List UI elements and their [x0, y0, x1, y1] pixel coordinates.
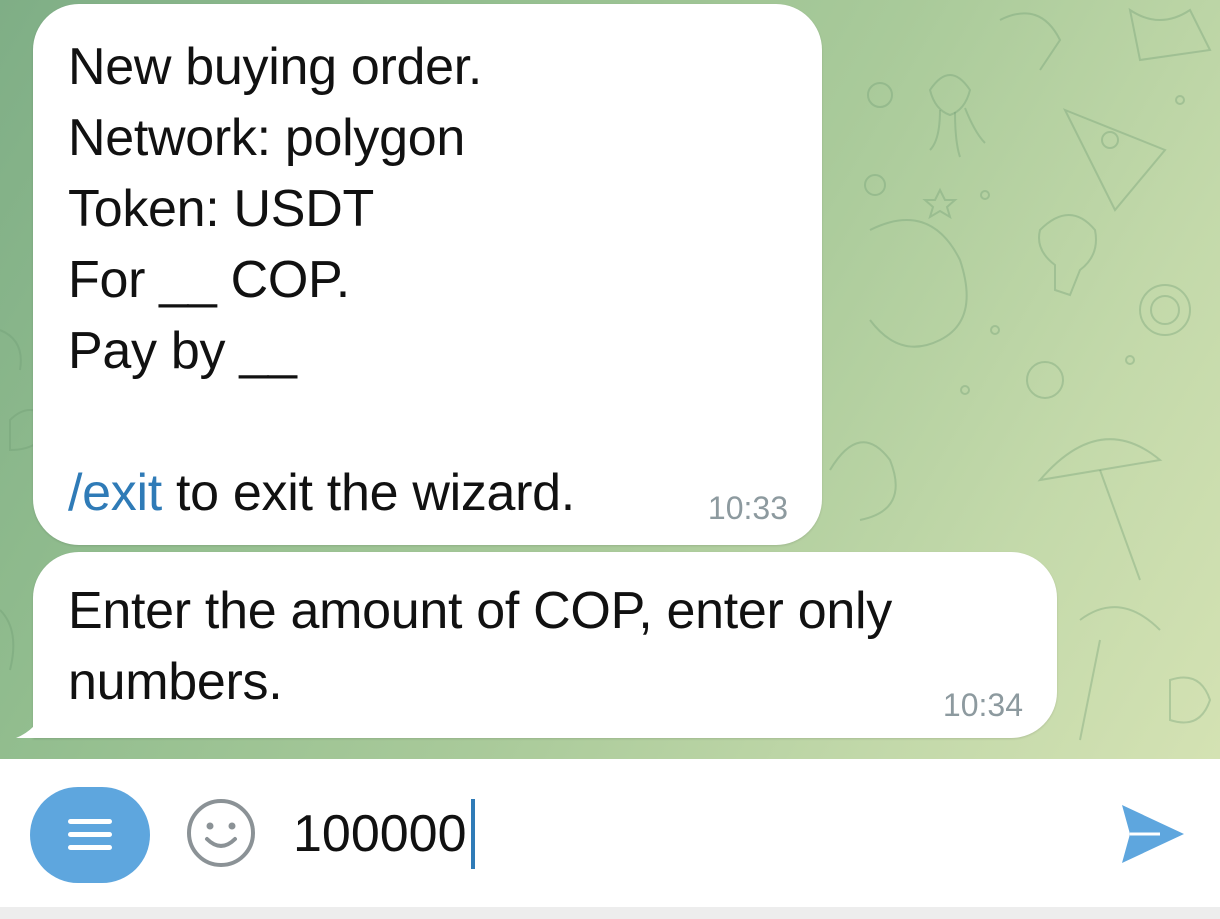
bubble-tail	[16, 708, 46, 738]
exit-command-link[interactable]: /exit	[68, 464, 162, 522]
smiley-icon	[187, 799, 255, 867]
message-timestamp: 10:33	[707, 490, 788, 526]
message-line: For __ COP.	[68, 251, 350, 309]
message-input[interactable]	[293, 799, 1073, 869]
message-timestamp: 10:34	[942, 687, 1023, 723]
bot-menu-button[interactable]	[30, 787, 150, 883]
message-text: Enter the amount of COP, enter only numb…	[68, 582, 907, 711]
text-cursor	[471, 799, 475, 869]
message-line: Network: polygon	[68, 109, 465, 167]
message-line: Pay by __	[68, 322, 297, 380]
message-line: to exit the wizard.	[161, 464, 575, 522]
incoming-message-order: New buying order. Network: polygon Token…	[33, 4, 822, 545]
send-button[interactable]	[1120, 803, 1186, 865]
emoji-button[interactable]	[185, 797, 257, 869]
menu-lines-icon	[68, 819, 112, 850]
message-line: Token: USDT	[68, 180, 374, 238]
bottom-system-strip	[0, 907, 1220, 919]
chat-area[interactable]: New buying order. Network: polygon Token…	[0, 0, 1220, 759]
incoming-message-prompt: Enter the amount of COP, enter only numb…	[16, 552, 1057, 738]
send-arrow-icon	[1122, 805, 1184, 863]
message-line: New buying order.	[68, 38, 483, 96]
message-input-bar	[0, 759, 1220, 907]
message-text: New buying order. Network: polygon Token…	[68, 32, 575, 529]
